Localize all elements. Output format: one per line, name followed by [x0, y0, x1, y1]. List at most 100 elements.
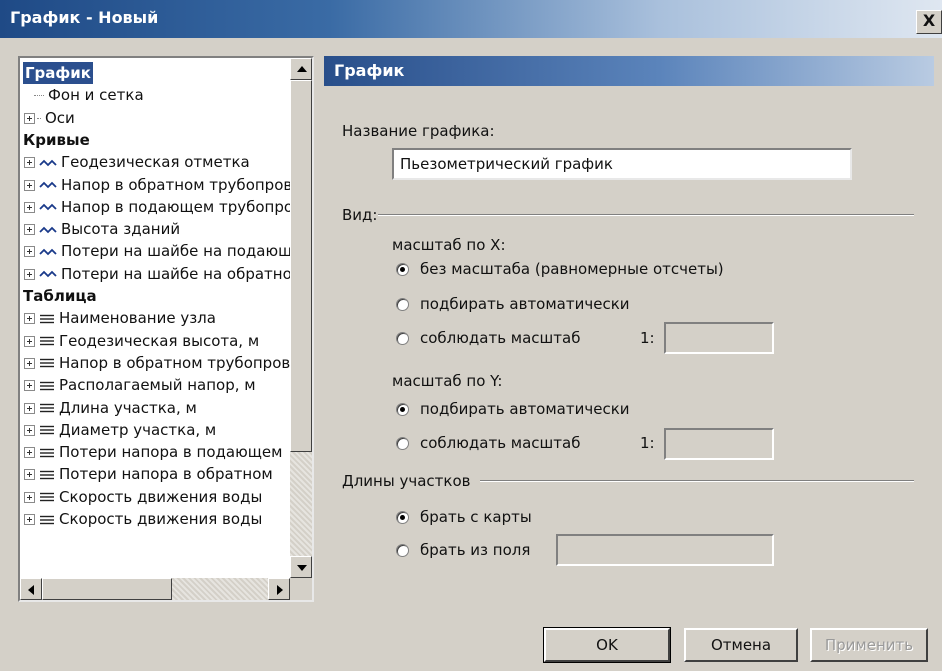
- lengths-radio-field[interactable]: [396, 544, 409, 557]
- tree-item-table-column[interactable]: Геодезическая высота, м: [24, 330, 259, 352]
- tree-item-axes[interactable]: Оси: [24, 107, 75, 129]
- scale-y-label: масштаб по Y:: [392, 372, 503, 390]
- expand-icon[interactable]: [24, 357, 35, 369]
- expand-icon[interactable]: [24, 179, 35, 191]
- tree-section-header[interactable]: Таблица: [23, 285, 97, 307]
- tree-item-table-column[interactable]: Наименование узла: [24, 307, 216, 329]
- ok-button[interactable]: OK: [543, 627, 671, 663]
- scale-y-ratio-input[interactable]: [664, 428, 774, 460]
- tree-item-table-column[interactable]: Напор в обратном трубопроводе: [24, 352, 290, 374]
- tree-item-curve[interactable]: Потери на шайбе на обратном: [24, 263, 290, 285]
- expand-icon[interactable]: [24, 201, 35, 213]
- expand-icon[interactable]: [24, 157, 35, 169]
- arrow-up-icon: [297, 66, 307, 72]
- expand-icon[interactable]: [24, 313, 35, 325]
- table-column-icon: [40, 336, 54, 346]
- expand-icon[interactable]: [24, 246, 35, 258]
- vertical-scrollbar[interactable]: [290, 58, 312, 578]
- tree-item-table-column[interactable]: Диаметр участка, м: [24, 419, 216, 441]
- scale-y-option-auto[interactable]: подбирать автоматически: [420, 400, 630, 418]
- view-group-label: Вид:: [342, 206, 378, 224]
- section-header: График: [324, 56, 934, 86]
- expand-icon[interactable]: [24, 112, 35, 124]
- lengths-field-input[interactable]: [556, 534, 774, 566]
- section-title: График: [334, 61, 405, 80]
- tree-item-curve[interactable]: Напор в обратном трубопроводе: [24, 174, 290, 196]
- scale-x-radio-fixed[interactable]: [396, 332, 409, 345]
- close-button[interactable]: X: [916, 10, 942, 34]
- scale-x-ratio-input[interactable]: [664, 322, 774, 354]
- scroll-up-button[interactable]: [290, 58, 312, 80]
- tree-item-table-column[interactable]: Потери напора в подающем: [24, 441, 282, 463]
- expand-icon[interactable]: [24, 380, 35, 392]
- title-bar[interactable]: График - Новый X: [0, 0, 942, 38]
- tree-item-label: Наименование узла: [59, 309, 216, 328]
- tree-item-table-column[interactable]: Длина участка, м: [24, 397, 197, 419]
- expand-icon[interactable]: [24, 424, 35, 436]
- scale-x-option-none[interactable]: без масштаба (равномерные отсчеты): [420, 260, 724, 278]
- tree-list: График Фон и сетка Оси Кривые Геодезическая …: [20, 58, 290, 578]
- tree-section-header[interactable]: График: [23, 62, 93, 84]
- tree-item-background[interactable]: Фон и сетка: [34, 84, 144, 106]
- tree-item-curve[interactable]: Геодезическая отметка: [24, 151, 250, 173]
- tree-item-curve[interactable]: Высота зданий: [24, 218, 180, 240]
- chart-name-input[interactable]: [392, 148, 852, 180]
- expand-icon[interactable]: [24, 335, 35, 347]
- expand-icon[interactable]: [24, 268, 35, 280]
- horizontal-scrollbar[interactable]: [20, 578, 290, 600]
- scale-y-radio-auto[interactable]: [396, 403, 409, 416]
- curve-icon: [39, 270, 57, 278]
- scroll-left-button[interactable]: [20, 578, 42, 600]
- curve-icon: [39, 181, 57, 189]
- tree-item-label: График: [23, 62, 93, 84]
- table-column-icon: [40, 448, 54, 457]
- scroll-corner: [290, 578, 312, 600]
- tree-item-label: Скорость движения воды: [59, 510, 263, 528]
- scale-x-radio-auto[interactable]: [396, 298, 409, 311]
- lengths-radio-map[interactable]: [396, 511, 409, 524]
- tree-item-label: Фон и сетка: [48, 86, 144, 105]
- tree-item-label: Скорость движения воды: [59, 487, 263, 506]
- tree-item-label: Длина участка, м: [59, 398, 197, 417]
- tree-item-label: Геодезическая высота, м: [59, 331, 260, 350]
- expand-icon[interactable]: [24, 469, 35, 481]
- scroll-down-button[interactable]: [290, 556, 312, 578]
- arrow-down-icon: [297, 565, 307, 571]
- chart-dialog: График - Новый X График Фон и сетка Оси Кри…: [0, 0, 942, 671]
- expand-icon[interactable]: [24, 402, 35, 414]
- tree-item-table-column[interactable]: Располагаемый напор, м: [24, 374, 256, 396]
- table-column-icon: [40, 515, 54, 524]
- settings-tree: График Фон и сетка Оси Кривые Геодезическая …: [18, 56, 314, 602]
- expand-icon[interactable]: [24, 224, 35, 236]
- expand-icon[interactable]: [24, 447, 35, 459]
- tree-item-label: Таблица: [23, 287, 97, 305]
- tree-item-table-column[interactable]: Потери напора в обратном: [24, 463, 273, 485]
- lengths-option-map[interactable]: брать с карты: [420, 508, 532, 526]
- scroll-thumb[interactable]: [290, 80, 312, 452]
- tree-item-label: Оси: [45, 108, 75, 127]
- arrow-left-icon: [28, 585, 34, 595]
- expand-icon[interactable]: [24, 491, 35, 503]
- tree-section-header[interactable]: Кривые: [23, 129, 90, 151]
- tree-item-label: Диаметр участка, м: [59, 420, 217, 439]
- scale-y-radio-fixed[interactable]: [396, 437, 409, 450]
- lengths-option-field[interactable]: брать из поля: [420, 541, 530, 559]
- tree-item-table-column[interactable]: Скорость движения воды: [24, 486, 262, 508]
- tree-item-label: Высота зданий: [61, 220, 181, 239]
- tree-item-curve[interactable]: Напор в подающем трубопроводе: [24, 196, 290, 218]
- horizontal-scroll-thumb[interactable]: [42, 578, 172, 600]
- tree-item-table-column[interactable]: Скорость движения воды: [24, 508, 262, 530]
- scale-x-label: масштаб по X:: [392, 236, 506, 254]
- tree-item-curve[interactable]: Потери на шайбе на подающем: [24, 240, 290, 262]
- expand-icon[interactable]: [24, 514, 35, 525]
- apply-button[interactable]: Применить: [810, 628, 928, 662]
- scale-x-option-auto[interactable]: подбирать автоматически: [420, 295, 630, 313]
- cancel-button[interactable]: Отмена: [684, 628, 798, 662]
- table-column-icon: [40, 470, 54, 480]
- scale-x-option-fixed[interactable]: соблюдать масштаб: [420, 329, 580, 347]
- lengths-group-label: Длины участков: [342, 472, 471, 490]
- curve-icon: [39, 226, 57, 233]
- scale-x-radio-none[interactable]: [396, 263, 409, 276]
- scale-y-option-fixed[interactable]: соблюдать масштаб: [420, 434, 580, 452]
- scroll-right-button[interactable]: [268, 578, 290, 600]
